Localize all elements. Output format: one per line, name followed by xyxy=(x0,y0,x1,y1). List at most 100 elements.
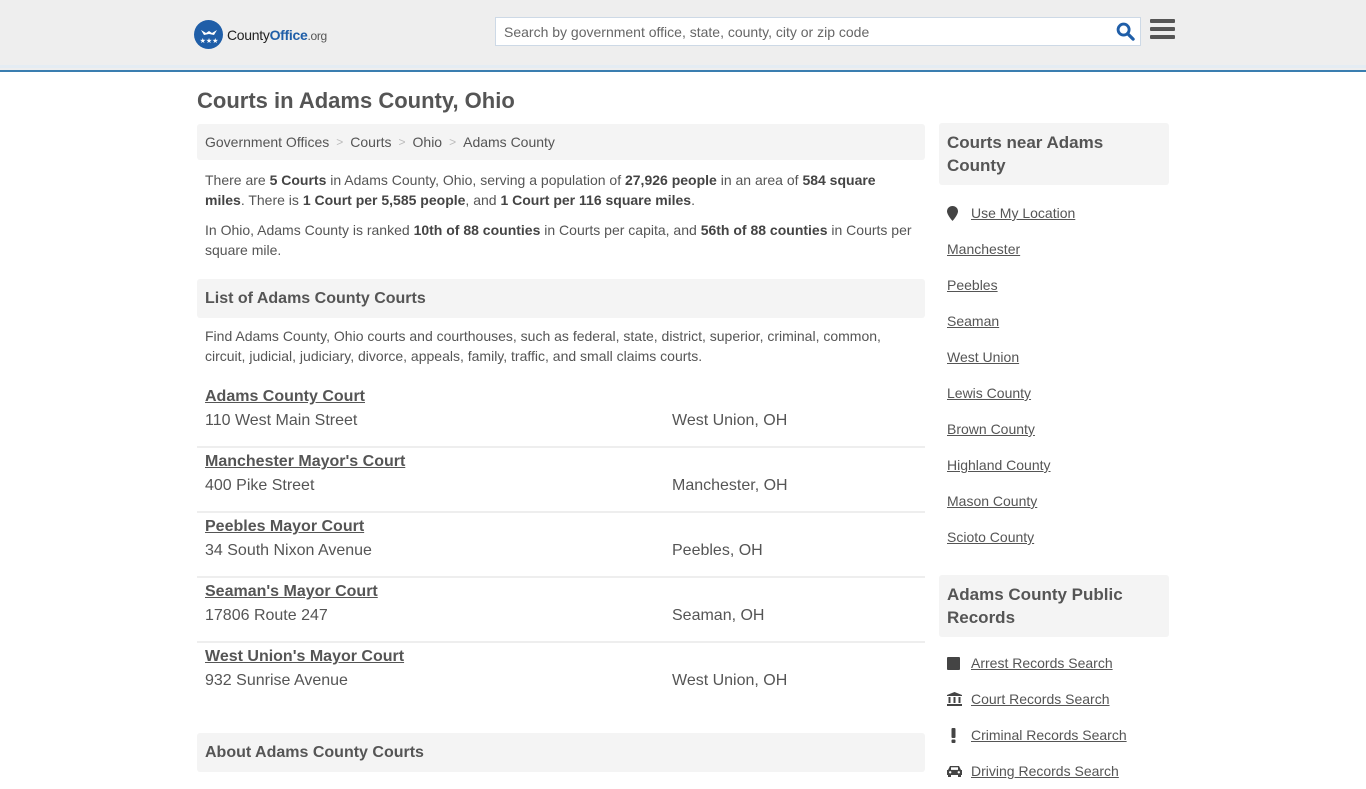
about-section-heading: About Adams County Courts xyxy=(197,733,925,772)
text: . xyxy=(691,192,695,208)
logo-text-org: .org xyxy=(307,28,327,43)
logo-text-county: County xyxy=(227,26,270,43)
court-name-link[interactable]: West Union's Mayor Court xyxy=(205,648,404,666)
rank-per-area: 56th of 88 counties xyxy=(700,222,828,238)
breadcrumb-adams-county[interactable]: Adams County xyxy=(463,134,555,150)
text: In Ohio, Adams County is ranked xyxy=(205,222,414,238)
text: in Courts per capita, and xyxy=(540,222,701,238)
nearby-courts-list: Use My Location Manchester Peebles Seama… xyxy=(939,195,1169,555)
text: in Adams County, Ohio, serving a populat… xyxy=(326,172,625,188)
records-list-item: Arrest Records Search xyxy=(947,645,1161,681)
breadcrumb-separator: > xyxy=(398,135,406,149)
court-city: West Union, OH xyxy=(672,412,788,429)
use-my-location-item: Use My Location xyxy=(947,195,1161,231)
nearby-list-item: West Union xyxy=(947,339,1161,375)
population: 27,926 people xyxy=(624,172,717,188)
records-list-item: Driving Records Search xyxy=(947,753,1161,789)
public-records-list: Arrest Records Search Court Records Sear… xyxy=(939,645,1169,789)
records-list-item: Criminal Records Search xyxy=(947,717,1161,753)
search-button[interactable] xyxy=(1110,18,1140,45)
breadcrumb-separator: > xyxy=(449,135,457,149)
nearby-link-west-union[interactable]: West Union xyxy=(947,349,1019,365)
nearby-list-item: Lewis County xyxy=(947,375,1161,411)
square-icon xyxy=(947,656,971,670)
court-address: 110 West Main Street xyxy=(205,412,358,429)
court-name-link[interactable]: Adams County Court xyxy=(205,388,365,406)
court-list-item: Peebles Mayor Court 34 South Nixon Avenu… xyxy=(197,513,925,578)
court-address: 17806 Route 247 xyxy=(205,607,328,624)
nearby-link-manchester[interactable]: Manchester xyxy=(947,241,1020,257)
eagle-stars-logo-icon: ★★★ xyxy=(194,20,223,49)
court-name-link[interactable]: Peebles Mayor Court xyxy=(205,518,364,536)
menu-bar-icon xyxy=(1150,19,1175,23)
nearby-link-highland-county[interactable]: Highland County xyxy=(947,457,1051,473)
nearby-link-brown-county[interactable]: Brown County xyxy=(947,421,1035,437)
nearby-list-item: Scioto County xyxy=(947,519,1161,555)
nearby-list-item: Mason County xyxy=(947,483,1161,519)
court-list-item: Manchester Mayor's Court 400 Pike Street… xyxy=(197,448,925,513)
courts-per-area: 1 Court per 116 square miles xyxy=(500,192,692,208)
driving-records-link[interactable]: Driving Records Search xyxy=(971,763,1119,779)
court-city: Manchester, OH xyxy=(672,477,788,494)
main-content: Government Offices > Courts > Ohio > Ada… xyxy=(197,124,925,708)
arrest-records-link[interactable]: Arrest Records Search xyxy=(971,655,1113,671)
logo-wordmark: CountyOffice.org xyxy=(227,27,327,43)
breadcrumb-courts[interactable]: Courts xyxy=(350,134,391,150)
menu-bar-icon xyxy=(1150,27,1175,31)
public-records-heading: Adams County Public Records xyxy=(939,575,1169,637)
nearby-list-item: Seaman xyxy=(947,303,1161,339)
list-description: Find Adams County, Ohio courts and court… xyxy=(205,328,881,364)
menu-bar-icon xyxy=(1150,35,1175,39)
court-list: Adams County Court 110 West Main Street … xyxy=(197,383,925,708)
summary-paragraph: There are 5 Courts in Adams County, Ohio… xyxy=(197,170,925,210)
court-name-link[interactable]: Manchester Mayor's Court xyxy=(205,453,405,471)
site-header: ★★★ CountyOffice.org xyxy=(0,0,1366,72)
sidebar: Courts near Adams County Use My Location… xyxy=(939,123,1169,789)
site-logo[interactable]: ★★★ CountyOffice.org xyxy=(194,20,327,49)
nearby-link-mason-county[interactable]: Mason County xyxy=(947,493,1037,509)
court-city: West Union, OH xyxy=(672,672,788,689)
nearby-link-seaman[interactable]: Seaman xyxy=(947,313,999,329)
courts-near-heading: Courts near Adams County xyxy=(939,123,1169,185)
logo-text-office: Office xyxy=(269,26,308,43)
search-bar xyxy=(495,17,1141,46)
list-section-heading: List of Adams County Courts xyxy=(197,279,925,318)
breadcrumb-government-offices[interactable]: Government Offices xyxy=(205,134,329,150)
court-count: 5 Courts xyxy=(269,172,327,188)
text: There are xyxy=(205,172,270,188)
breadcrumb: Government Offices > Courts > Ohio > Ada… xyxy=(197,124,925,160)
rank-per-capita: 10th of 88 counties xyxy=(413,222,541,238)
hamburger-menu-button[interactable] xyxy=(1150,19,1175,43)
court-city: Peebles, OH xyxy=(672,542,763,559)
use-my-location-link[interactable]: Use My Location xyxy=(971,205,1075,221)
page-title: Courts in Adams County, Ohio xyxy=(197,88,515,113)
map-marker-icon xyxy=(947,205,971,221)
courts-per-capita: 1 Court per 5,585 people xyxy=(302,192,466,208)
court-list-item: West Union's Mayor Court 932 Sunrise Ave… xyxy=(197,643,925,708)
court-records-link[interactable]: Court Records Search xyxy=(971,691,1110,707)
criminal-records-link[interactable]: Criminal Records Search xyxy=(971,727,1127,743)
search-icon xyxy=(1116,22,1135,41)
nearby-list-item: Brown County xyxy=(947,411,1161,447)
court-list-item: Seaman's Mayor Court 17806 Route 247 Sea… xyxy=(197,578,925,643)
search-input[interactable] xyxy=(496,18,1110,45)
court-list-item: Adams County Court 110 West Main Street … xyxy=(197,383,925,448)
court-city: Seaman, OH xyxy=(672,607,765,624)
nearby-list-item: Peebles xyxy=(947,267,1161,303)
courthouse-icon xyxy=(947,692,971,706)
nearby-link-lewis-county[interactable]: Lewis County xyxy=(947,385,1031,401)
nearby-list-item: Highland County xyxy=(947,447,1161,483)
ranking-paragraph: In Ohio, Adams County is ranked 10th of … xyxy=(197,220,925,260)
text: , and xyxy=(465,192,501,208)
court-address: 400 Pike Street xyxy=(205,477,315,494)
exclamation-icon xyxy=(947,727,971,743)
nearby-link-scioto-county[interactable]: Scioto County xyxy=(947,529,1034,545)
court-name-link[interactable]: Seaman's Mayor Court xyxy=(205,583,378,601)
nearby-list-item: Manchester xyxy=(947,231,1161,267)
text: in an area of xyxy=(716,172,803,188)
intro-summary: There are 5 Courts in Adams County, Ohio… xyxy=(197,170,925,260)
car-icon xyxy=(947,765,971,777)
court-address: 34 South Nixon Avenue xyxy=(205,542,372,559)
nearby-link-peebles[interactable]: Peebles xyxy=(947,277,998,293)
breadcrumb-ohio[interactable]: Ohio xyxy=(413,134,443,150)
